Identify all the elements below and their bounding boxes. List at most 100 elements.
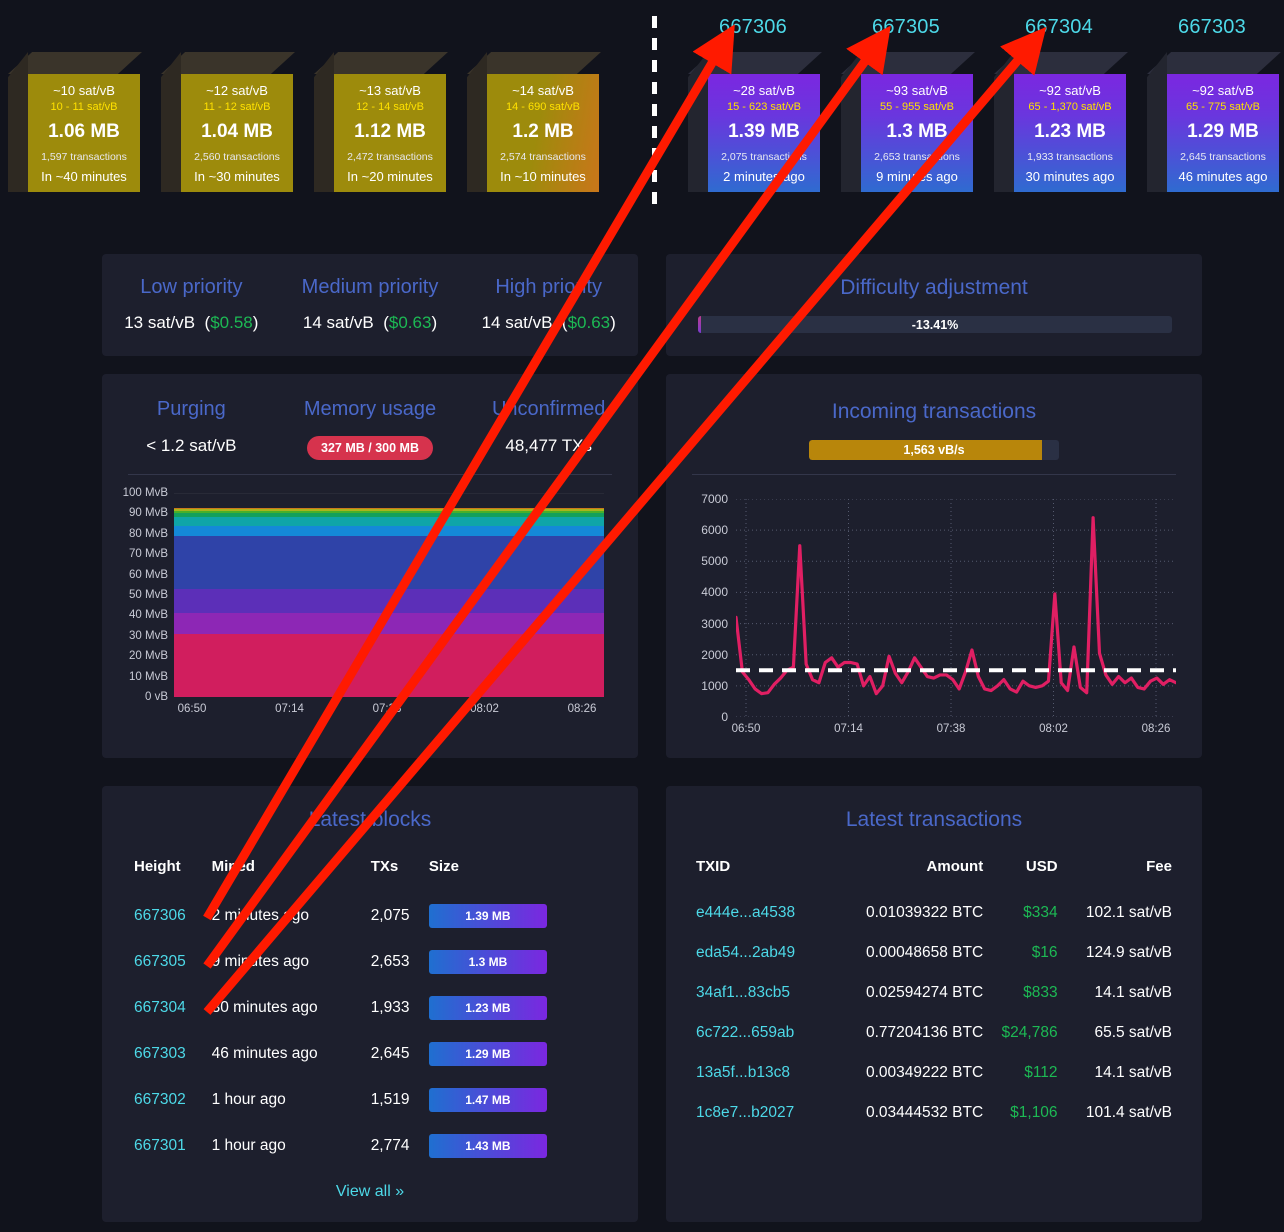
cube-top-face	[1147, 52, 1281, 74]
block-height-link[interactable]: 667303	[134, 1045, 186, 1062]
x-tick-label: 07:14	[834, 723, 863, 735]
fee-medium-value: 14 sat/vB ($0.63)	[281, 313, 460, 333]
latest-transactions-title: Latest transactions	[666, 786, 1202, 832]
txid-link[interactable]: eda54...2ab49	[696, 944, 795, 961]
cube-front-face[interactable]: ~93 sat/vB 55 - 955 sat/vB 1.3 MB 2,653 …	[861, 74, 973, 192]
mempool-block[interactable]: ~14 sat/vB 14 - 690 sat/vB 1.2 MB 2,574 …	[467, 0, 620, 222]
chain-block-cube[interactable]: ~92 sat/vB 65 - 1,370 sat/vB 1.23 MB 1,9…	[994, 52, 1128, 192]
txid-link[interactable]: 6c722...659ab	[696, 1024, 794, 1041]
x-tick-label: 07:38	[373, 703, 402, 715]
chain-block[interactable]: 667306 ~28 sat/vB 15 - 623 sat/vB 1.39 M…	[688, 0, 841, 222]
txid-link[interactable]: 1c8e7...b2027	[696, 1104, 794, 1121]
txid-link[interactable]: e444e...a4538	[696, 904, 795, 921]
y-tick-label: 6000	[701, 523, 728, 537]
table-row[interactable]: 13a5f...b13c80.00349222 BTC$11214.1 sat/…	[696, 1053, 1172, 1093]
y-tick-label: 0	[721, 710, 728, 724]
block-size: 1.06 MB	[48, 121, 120, 143]
incoming-line-svg	[736, 499, 1176, 717]
block-height-link[interactable]: 667306	[134, 907, 186, 924]
chain-block-height-link[interactable]: 667305	[841, 16, 971, 39]
cube-front-face[interactable]: ~12 sat/vB 11 - 12 sat/vB 1.04 MB 2,560 …	[181, 74, 293, 192]
latest-transactions-table: TXIDAmountUSDFee e444e...a45380.01039322…	[696, 850, 1172, 1133]
grid-line	[174, 493, 604, 494]
cube-front-face[interactable]: ~14 sat/vB 14 - 690 sat/vB 1.2 MB 2,574 …	[487, 74, 599, 192]
cell-amount: 0.03444532 BTC	[828, 1093, 984, 1133]
column-header-amount: Amount	[828, 850, 984, 893]
block-height-link[interactable]: 667305	[134, 953, 186, 970]
block-txs: 2,653 transactions	[874, 151, 960, 163]
block-size: 1.2 MB	[512, 121, 573, 143]
cell-height: 667306	[134, 893, 212, 939]
cell-txid: eda54...2ab49	[696, 933, 828, 973]
cube-front-face[interactable]: ~92 sat/vB 65 - 1,370 sat/vB 1.23 MB 1,9…	[1014, 74, 1126, 192]
mempool-block[interactable]: ~13 sat/vB 12 - 14 sat/vB 1.12 MB 2,472 …	[314, 0, 467, 222]
mempool-block[interactable]: ~12 sat/vB 11 - 12 sat/vB 1.04 MB 2,560 …	[161, 0, 314, 222]
cell-fee: 14.1 sat/vB	[1058, 1053, 1172, 1093]
latest-blocks-title: Latest blocks	[102, 786, 638, 832]
cell-size: 1.39 MB	[429, 893, 606, 939]
block-height-link[interactable]: 667301	[134, 1137, 186, 1154]
mempool-block-cube[interactable]: ~14 sat/vB 14 - 690 sat/vB 1.2 MB 2,574 …	[467, 52, 601, 192]
chain-block-height-link[interactable]: 667304	[994, 16, 1124, 39]
cube-front-face[interactable]: ~13 sat/vB 12 - 14 sat/vB 1.12 MB 2,472 …	[334, 74, 446, 192]
mempool-chart-plot	[174, 493, 604, 697]
cell-fee: 101.4 sat/vB	[1058, 1093, 1172, 1133]
cell-txs: 1,519	[371, 1077, 429, 1123]
view-all-blocks-link[interactable]: View all »	[336, 1183, 404, 1200]
table-row[interactable]: eda54...2ab490.00048658 BTC$16124.9 sat/…	[696, 933, 1172, 973]
txid-link[interactable]: 13a5f...b13c8	[696, 1064, 790, 1081]
chain-block[interactable]: 667305 ~93 sat/vB 55 - 955 sat/vB 1.3 MB…	[841, 0, 994, 222]
table-row[interactable]: 6673062 minutes ago2,0751.39 MB	[134, 893, 606, 939]
y-tick-label: 7000	[701, 492, 728, 506]
cube-front-face[interactable]: ~10 sat/vB 10 - 11 sat/vB 1.06 MB 1,597 …	[28, 74, 140, 192]
block-height-link[interactable]: 667304	[134, 999, 186, 1016]
chain-block-cube[interactable]: ~28 sat/vB 15 - 623 sat/vB 1.39 MB 2,075…	[688, 52, 822, 192]
table-row[interactable]: 66730430 minutes ago1,9331.23 MB	[134, 985, 606, 1031]
cube-front-face[interactable]: ~28 sat/vB 15 - 623 sat/vB 1.39 MB 2,075…	[708, 74, 820, 192]
block-fee: ~10 sat/vB	[53, 83, 115, 98]
txid-link[interactable]: 34af1...83cb5	[696, 984, 790, 1001]
column-header-height: Height	[134, 850, 212, 893]
difficulty-adjustment-panel: Difficulty adjustment -13.41%	[666, 254, 1202, 356]
block-height-link[interactable]: 667302	[134, 1091, 186, 1108]
table-row[interactable]: 6673011 hour ago2,7741.43 MB	[134, 1123, 606, 1169]
cube-top-face	[688, 52, 822, 74]
table-row[interactable]: 6673059 minutes ago2,6531.3 MB	[134, 939, 606, 985]
cell-mined: 46 minutes ago	[212, 1031, 371, 1077]
table-row[interactable]: 66730346 minutes ago2,6451.29 MB	[134, 1031, 606, 1077]
cell-txid: 13a5f...b13c8	[696, 1053, 828, 1093]
block-size-pill: 1.47 MB	[429, 1088, 547, 1112]
chain-block-height-link[interactable]: 667303	[1147, 16, 1277, 39]
chain-block-height-link[interactable]: 667306	[688, 16, 818, 39]
table-row[interactable]: e444e...a45380.01039322 BTC$334102.1 sat…	[696, 893, 1172, 933]
mempool-block-cube[interactable]: ~10 sat/vB 10 - 11 sat/vB 1.06 MB 1,597 …	[8, 52, 142, 192]
block-time: 46 minutes ago	[1179, 169, 1268, 184]
mempool-block-cube[interactable]: ~13 sat/vB 12 - 14 sat/vB 1.12 MB 2,472 …	[314, 52, 448, 192]
chain-block[interactable]: 667304 ~92 sat/vB 65 - 1,370 sat/vB 1.23…	[994, 0, 1147, 222]
chain-block[interactable]: 667303 ~92 sat/vB 65 - 775 sat/vB 1.29 M…	[1147, 0, 1284, 222]
table-row[interactable]: 6673021 hour ago1,5191.47 MB	[134, 1077, 606, 1123]
view-all-blocks[interactable]: View all »	[134, 1183, 606, 1201]
y-tick-label: 1000	[701, 679, 728, 693]
cube-top-face	[994, 52, 1128, 74]
cube-front-face[interactable]: ~92 sat/vB 65 - 775 sat/vB 1.29 MB 2,645…	[1167, 74, 1279, 192]
table-row[interactable]: 34af1...83cb50.02594274 BTC$83314.1 sat/…	[696, 973, 1172, 1013]
cell-height: 667301	[134, 1123, 212, 1169]
block-time: 2 minutes ago	[723, 169, 805, 184]
block-fee: ~13 sat/vB	[359, 83, 421, 98]
mempool-size-chart: 100 MvB90 MvB80 MvB70 MvB60 MvB50 MvB40 …	[102, 489, 638, 729]
block-time: 30 minutes ago	[1026, 169, 1115, 184]
table-row[interactable]: 6c722...659ab0.77204136 BTC$24,78665.5 s…	[696, 1013, 1172, 1053]
mempool-block-cube[interactable]: ~12 sat/vB 11 - 12 sat/vB 1.04 MB 2,560 …	[161, 52, 295, 192]
block-range: 14 - 690 sat/vB	[506, 101, 580, 113]
block-txs: 1,597 transactions	[41, 151, 127, 163]
cell-txs: 2,774	[371, 1123, 429, 1169]
area-band-1-2-sat-vb	[174, 634, 604, 697]
mempool-block[interactable]: ~10 sat/vB 10 - 11 sat/vB 1.06 MB 1,597 …	[8, 0, 161, 222]
block-range: 12 - 14 sat/vB	[356, 101, 424, 113]
fee-high-value: 14 sat/vB ($0.63)	[459, 313, 638, 333]
memory-usage-value-wrap: 327 MB / 300 MB	[281, 436, 460, 460]
table-row[interactable]: 1c8e7...b20270.03444532 BTC$1,106101.4 s…	[696, 1093, 1172, 1133]
chain-block-cube[interactable]: ~92 sat/vB 65 - 775 sat/vB 1.29 MB 2,645…	[1147, 52, 1281, 192]
chain-block-cube[interactable]: ~93 sat/vB 55 - 955 sat/vB 1.3 MB 2,653 …	[841, 52, 975, 192]
